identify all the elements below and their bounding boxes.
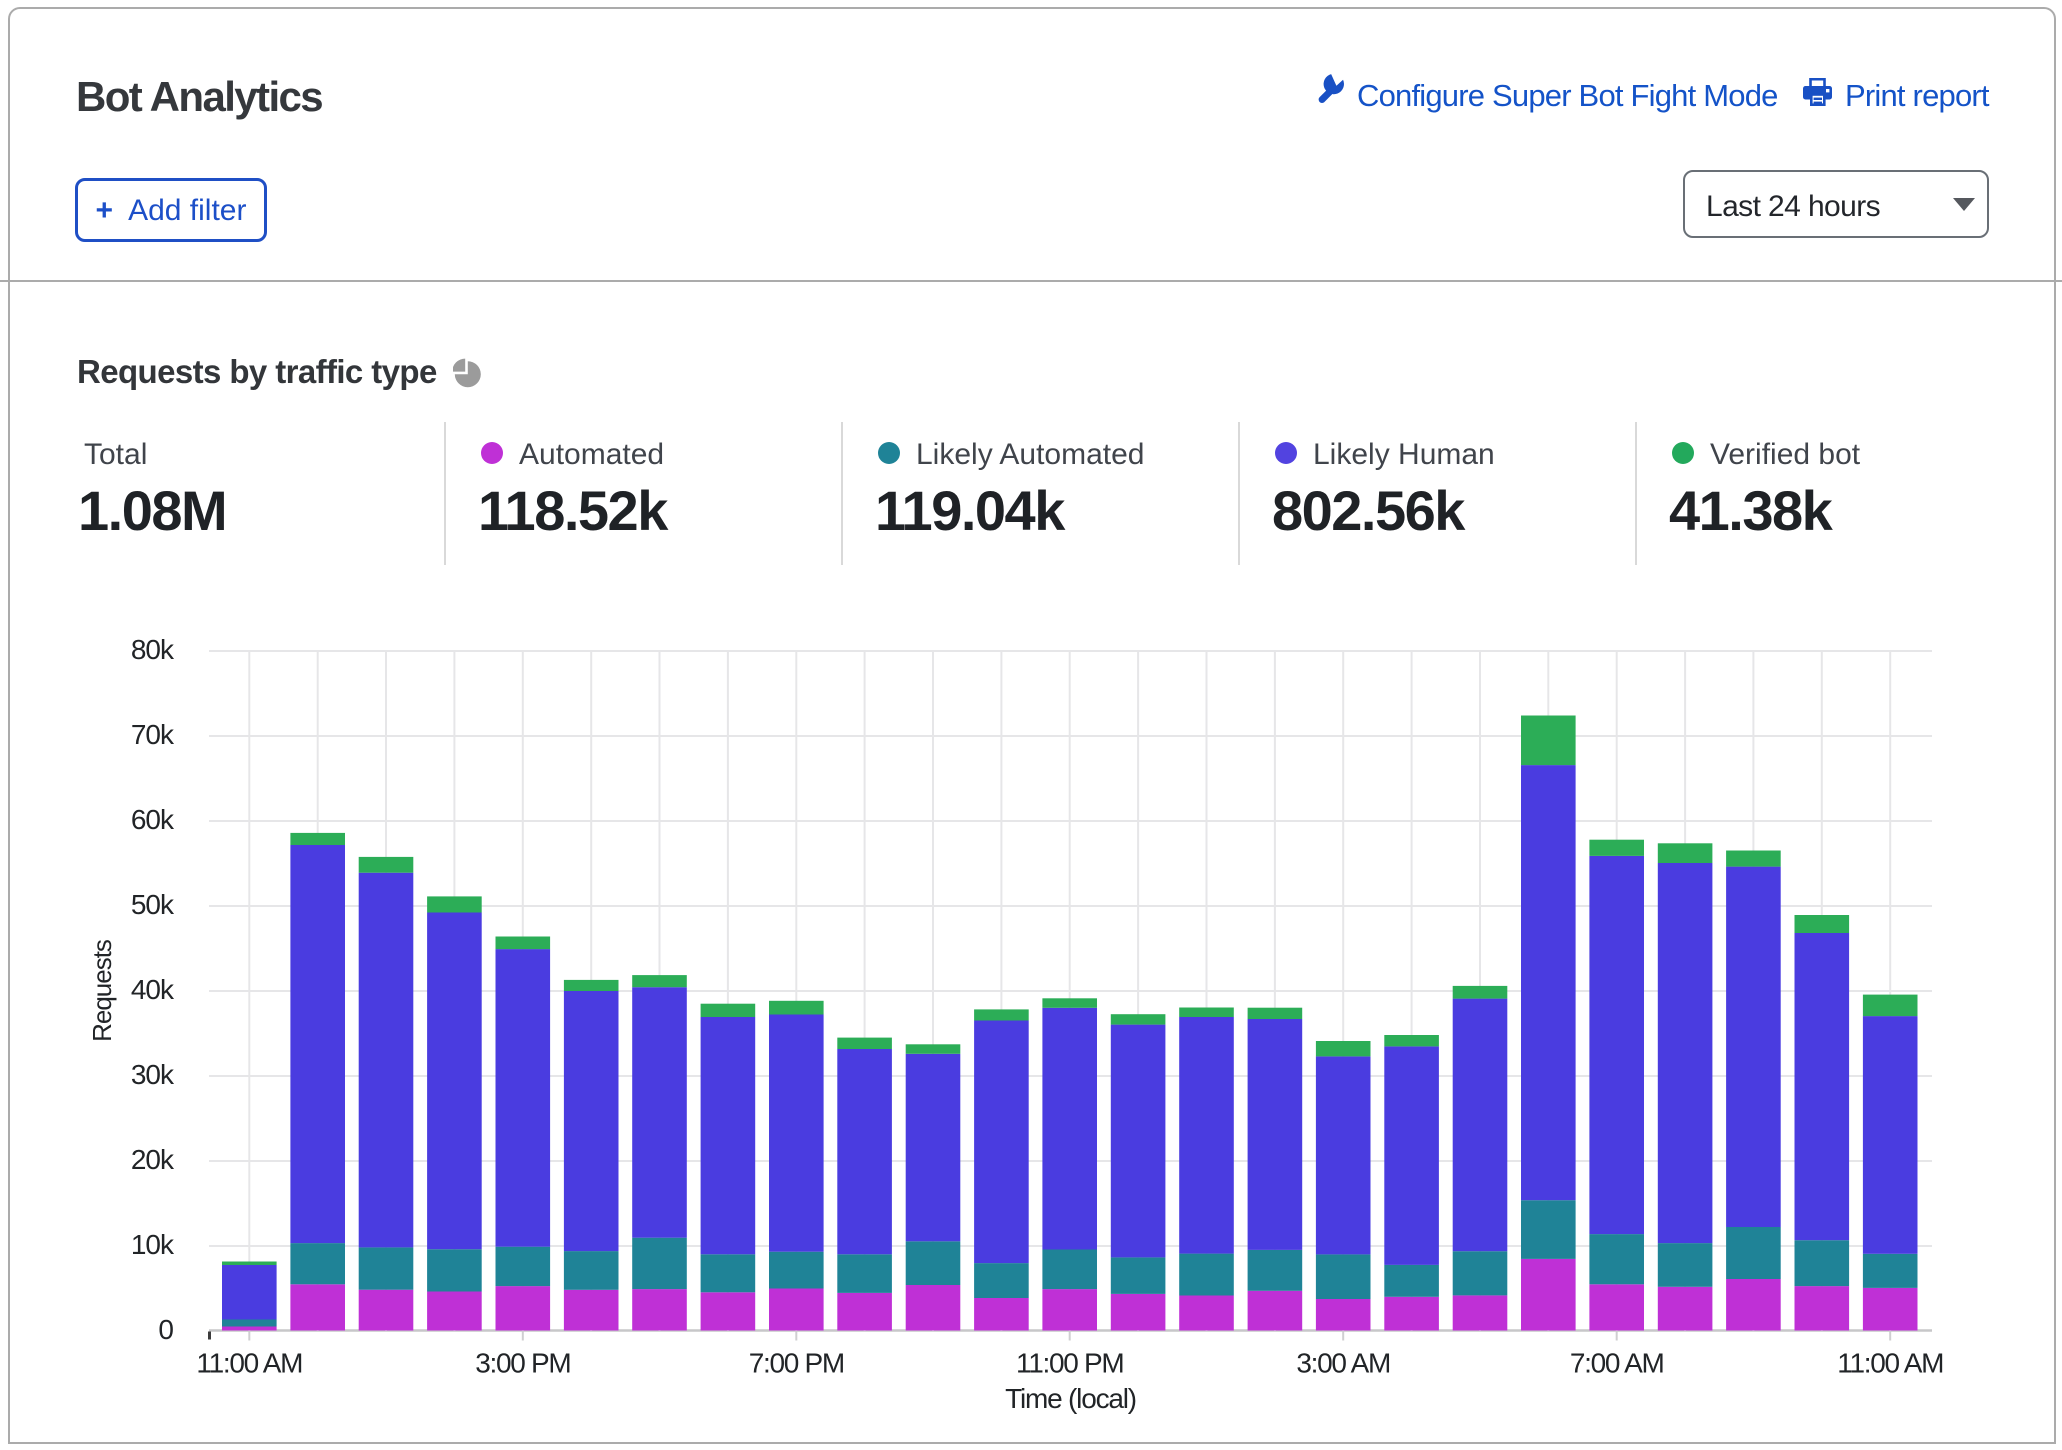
svg-text:7:00 AM: 7:00 AM <box>1570 1347 1664 1378</box>
svg-text:40k: 40k <box>131 974 175 1005</box>
svg-text:0: 0 <box>158 1314 173 1345</box>
svg-text:3:00 PM: 3:00 PM <box>475 1347 570 1378</box>
svg-text:30k: 30k <box>131 1059 175 1090</box>
svg-text:70k: 70k <box>131 719 175 750</box>
svg-text:80k: 80k <box>131 634 175 665</box>
svg-text:7:00 PM: 7:00 PM <box>749 1347 844 1378</box>
svg-text:20k: 20k <box>131 1144 175 1175</box>
svg-text:50k: 50k <box>131 889 175 920</box>
svg-text:60k: 60k <box>131 804 175 835</box>
svg-text:Requests: Requests <box>87 939 117 1042</box>
svg-text:11:00 AM: 11:00 AM <box>196 1347 302 1378</box>
svg-text:Time (local): Time (local) <box>1005 1383 1136 1414</box>
svg-text:10k: 10k <box>131 1229 175 1260</box>
svg-text:11:00 AM: 11:00 AM <box>1837 1347 1943 1378</box>
svg-text:3:00 AM: 3:00 AM <box>1296 1347 1390 1378</box>
svg-text:11:00 PM: 11:00 PM <box>1016 1347 1123 1378</box>
